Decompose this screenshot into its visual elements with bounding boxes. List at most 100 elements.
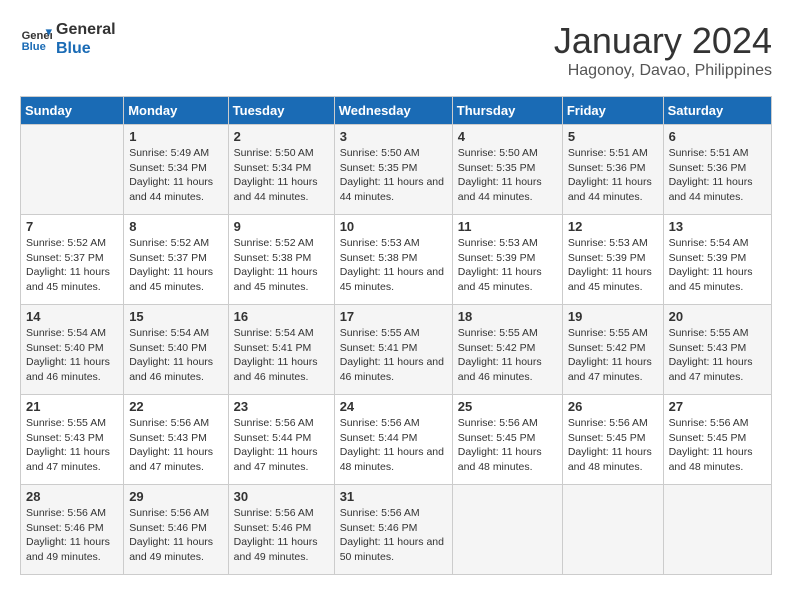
calendar-cell: 6 Sunrise: 5:51 AMSunset: 5:36 PMDaylight… xyxy=(663,125,771,215)
day-number: 19 xyxy=(568,309,658,324)
day-number: 6 xyxy=(669,129,766,144)
calendar-cell: 17 Sunrise: 5:55 AMSunset: 5:41 PMDayligh… xyxy=(334,305,452,395)
day-number: 13 xyxy=(669,219,766,234)
day-number: 24 xyxy=(340,399,447,414)
day-info: Sunrise: 5:56 AMSunset: 5:46 PMDaylight:… xyxy=(26,506,118,565)
day-number: 23 xyxy=(234,399,329,414)
calendar-cell: 24 Sunrise: 5:56 AMSunset: 5:44 PMDayligh… xyxy=(334,395,452,485)
calendar-cell: 26 Sunrise: 5:56 AMSunset: 5:45 PMDayligh… xyxy=(562,395,663,485)
day-number: 15 xyxy=(129,309,222,324)
day-info: Sunrise: 5:56 AMSunset: 5:43 PMDaylight:… xyxy=(129,416,222,475)
logo-line2: Blue xyxy=(56,39,116,58)
day-info: Sunrise: 5:54 AMSunset: 5:41 PMDaylight:… xyxy=(234,326,329,385)
day-info: Sunrise: 5:53 AMSunset: 5:39 PMDaylight:… xyxy=(568,236,658,295)
calendar-cell xyxy=(562,485,663,575)
day-info: Sunrise: 5:56 AMSunset: 5:45 PMDaylight:… xyxy=(568,416,658,475)
day-number: 2 xyxy=(234,129,329,144)
day-info: Sunrise: 5:55 AMSunset: 5:41 PMDaylight:… xyxy=(340,326,447,385)
calendar-cell: 18 Sunrise: 5:55 AMSunset: 5:42 PMDayligh… xyxy=(452,305,562,395)
day-info: Sunrise: 5:56 AMSunset: 5:44 PMDaylight:… xyxy=(234,416,329,475)
calendar-cell: 21Sunrise: 5:55 AMSunset: 5:43 PMDayligh… xyxy=(21,395,124,485)
calendar-cell: 20Sunrise: 5:55 AMSunset: 5:43 PMDayligh… xyxy=(663,305,771,395)
day-number: 17 xyxy=(340,309,447,324)
day-number: 10 xyxy=(340,219,447,234)
day-number: 27 xyxy=(669,399,766,414)
day-info: Sunrise: 5:55 AMSunset: 5:43 PMDaylight:… xyxy=(669,326,766,385)
calendar-cell: 31 Sunrise: 5:56 AMSunset: 5:46 PMDayligh… xyxy=(334,485,452,575)
weekday-header: Sunday xyxy=(21,97,124,125)
page-header: General Blue General Blue January 2024 H… xyxy=(20,20,772,80)
day-info: Sunrise: 5:56 AMSunset: 5:45 PMDaylight:… xyxy=(669,416,766,475)
day-number: 1 xyxy=(129,129,222,144)
day-number: 11 xyxy=(458,219,557,234)
calendar-cell: 2 Sunrise: 5:50 AMSunset: 5:34 PMDaylight… xyxy=(228,125,334,215)
logo: General Blue General Blue xyxy=(20,20,116,58)
day-info: Sunrise: 5:53 AMSunset: 5:39 PMDaylight:… xyxy=(458,236,557,295)
day-info: Sunrise: 5:54 AMSunset: 5:40 PMDaylight:… xyxy=(26,326,118,385)
calendar-cell: 8 Sunrise: 5:52 AMSunset: 5:37 PMDaylight… xyxy=(124,215,228,305)
day-info: Sunrise: 5:52 AMSunset: 5:37 PMDaylight:… xyxy=(129,236,222,295)
calendar-cell: 10 Sunrise: 5:53 AMSunset: 5:38 PMDayligh… xyxy=(334,215,452,305)
svg-text:Blue: Blue xyxy=(22,41,46,53)
day-number: 14 xyxy=(26,309,118,324)
calendar-cell: 4Sunrise: 5:50 AMSunset: 5:35 PMDaylight… xyxy=(452,125,562,215)
day-info: Sunrise: 5:50 AMSunset: 5:34 PMDaylight:… xyxy=(234,146,329,205)
day-info: Sunrise: 5:52 AMSunset: 5:38 PMDaylight:… xyxy=(234,236,329,295)
calendar-cell: 3Sunrise: 5:50 AMSunset: 5:35 PMDaylight… xyxy=(334,125,452,215)
day-info: Sunrise: 5:54 AMSunset: 5:39 PMDaylight:… xyxy=(669,236,766,295)
day-number: 28 xyxy=(26,489,118,504)
weekday-header: Tuesday xyxy=(228,97,334,125)
day-info: Sunrise: 5:49 AMSunset: 5:34 PMDaylight:… xyxy=(129,146,222,205)
calendar-cell: 12 Sunrise: 5:53 AMSunset: 5:39 PMDayligh… xyxy=(562,215,663,305)
calendar-cell: 16 Sunrise: 5:54 AMSunset: 5:41 PMDayligh… xyxy=(228,305,334,395)
day-number: 18 xyxy=(458,309,557,324)
calendar-cell: 14 Sunrise: 5:54 AMSunset: 5:40 PMDayligh… xyxy=(21,305,124,395)
calendar-cell: 22 Sunrise: 5:56 AMSunset: 5:43 PMDayligh… xyxy=(124,395,228,485)
logo-line1: General xyxy=(56,20,116,39)
day-number: 5 xyxy=(568,129,658,144)
location-title: Hagonoy, Davao, Philippines xyxy=(554,62,772,80)
logo-icon: General Blue xyxy=(20,23,52,55)
day-info: Sunrise: 5:55 AMSunset: 5:42 PMDaylight:… xyxy=(458,326,557,385)
calendar-week-row: 28 Sunrise: 5:56 AMSunset: 5:46 PMDayligh… xyxy=(21,485,772,575)
day-info: Sunrise: 5:56 AMSunset: 5:46 PMDaylight:… xyxy=(234,506,329,565)
day-info: Sunrise: 5:51 AMSunset: 5:36 PMDaylight:… xyxy=(568,146,658,205)
calendar-week-row: 21Sunrise: 5:55 AMSunset: 5:43 PMDayligh… xyxy=(21,395,772,485)
day-info: Sunrise: 5:56 AMSunset: 5:44 PMDaylight:… xyxy=(340,416,447,475)
day-number: 26 xyxy=(568,399,658,414)
day-info: Sunrise: 5:51 AMSunset: 5:36 PMDaylight:… xyxy=(669,146,766,205)
weekday-header: Thursday xyxy=(452,97,562,125)
day-number: 29 xyxy=(129,489,222,504)
calendar-cell xyxy=(21,125,124,215)
title-section: January 2024 Hagonoy, Davao, Philippines xyxy=(554,20,772,80)
day-info: Sunrise: 5:50 AMSunset: 5:35 PMDaylight:… xyxy=(458,146,557,205)
calendar-cell xyxy=(663,485,771,575)
calendar-cell xyxy=(452,485,562,575)
weekday-header: Saturday xyxy=(663,97,771,125)
day-number: 3 xyxy=(340,129,447,144)
day-info: Sunrise: 5:53 AMSunset: 5:38 PMDaylight:… xyxy=(340,236,447,295)
day-info: Sunrise: 5:52 AMSunset: 5:37 PMDaylight:… xyxy=(26,236,118,295)
calendar-cell: 1 Sunrise: 5:49 AMSunset: 5:34 PMDaylight… xyxy=(124,125,228,215)
calendar-week-row: 1 Sunrise: 5:49 AMSunset: 5:34 PMDaylight… xyxy=(21,125,772,215)
day-number: 12 xyxy=(568,219,658,234)
calendar-cell: 15 Sunrise: 5:54 AMSunset: 5:40 PMDayligh… xyxy=(124,305,228,395)
weekday-header: Friday xyxy=(562,97,663,125)
day-info: Sunrise: 5:56 AMSunset: 5:45 PMDaylight:… xyxy=(458,416,557,475)
calendar-table: SundayMondayTuesdayWednesdayThursdayFrid… xyxy=(20,96,772,575)
day-number: 25 xyxy=(458,399,557,414)
day-number: 16 xyxy=(234,309,329,324)
calendar-cell: 23 Sunrise: 5:56 AMSunset: 5:44 PMDayligh… xyxy=(228,395,334,485)
day-number: 21 xyxy=(26,399,118,414)
weekday-header: Wednesday xyxy=(334,97,452,125)
day-number: 31 xyxy=(340,489,447,504)
calendar-cell: 29Sunrise: 5:56 AMSunset: 5:46 PMDayligh… xyxy=(124,485,228,575)
calendar-cell: 27 Sunrise: 5:56 AMSunset: 5:45 PMDayligh… xyxy=(663,395,771,485)
day-number: 9 xyxy=(234,219,329,234)
calendar-cell: 30Sunrise: 5:56 AMSunset: 5:46 PMDayligh… xyxy=(228,485,334,575)
day-number: 22 xyxy=(129,399,222,414)
day-info: Sunrise: 5:56 AMSunset: 5:46 PMDaylight:… xyxy=(340,506,447,565)
calendar-cell: 5 Sunrise: 5:51 AMSunset: 5:36 PMDaylight… xyxy=(562,125,663,215)
day-number: 8 xyxy=(129,219,222,234)
day-info: Sunrise: 5:54 AMSunset: 5:40 PMDaylight:… xyxy=(129,326,222,385)
